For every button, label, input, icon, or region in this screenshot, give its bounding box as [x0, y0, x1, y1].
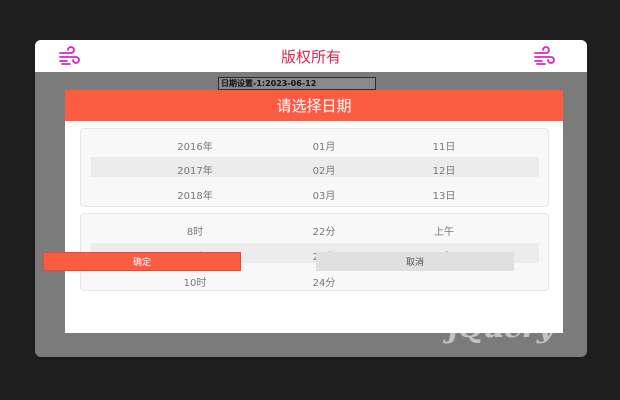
wind-icon	[534, 46, 555, 65]
minute-option[interactable]: 24分	[313, 274, 336, 289]
date-picker-dialog: 请选择日期 2016年 01月 11日 2017年 02月 12日 2018年 …	[65, 90, 563, 333]
hour-option[interactable]: 10时	[184, 274, 207, 289]
page-title: 版权所有	[280, 47, 341, 66]
date-input[interactable]: 日期设置-1:2023-06-12	[218, 77, 376, 90]
date-row-selected[interactable]: 2017年 02月 12日	[91, 157, 539, 177]
time-row[interactable]: 10时 24分	[91, 269, 539, 289]
top-bar: 版权所有	[35, 40, 587, 72]
watermark-tag: 插件库	[503, 309, 531, 319]
jquery-watermark: jQuery 插件库	[448, 304, 578, 348]
date-scroller[interactable]: 2016年 01月 11日 2017年 02月 12日 2018年 03月 13…	[80, 128, 549, 207]
watermark-logo: jQuery	[448, 310, 554, 345]
cancel-button[interactable]: 取消	[316, 252, 514, 271]
date-row[interactable]: 2018年 03月 13日	[91, 182, 539, 202]
day-option[interactable]: 12日	[433, 162, 456, 177]
month-option[interactable]: 01月	[313, 138, 336, 153]
month-option[interactable]: 03月	[313, 187, 336, 202]
year-option[interactable]: 2016年	[177, 138, 212, 153]
date-input-label: 日期设置-1:	[221, 79, 266, 88]
date-input-value: 2023-06-12	[265, 79, 317, 88]
time-row[interactable]: 8时 22分 上午	[91, 218, 539, 238]
year-option[interactable]: 2018年	[177, 187, 212, 202]
day-option[interactable]: 11日	[433, 138, 456, 153]
wind-icon	[59, 46, 80, 65]
confirm-button[interactable]: 确定	[43, 252, 241, 271]
date-row[interactable]: 2016年 01月 11日	[91, 133, 539, 153]
ampm-option[interactable]: 上午	[434, 223, 454, 238]
day-option[interactable]: 13日	[433, 187, 456, 202]
year-option[interactable]: 2017年	[177, 162, 212, 177]
minute-option[interactable]: 22分	[313, 223, 336, 238]
month-option[interactable]: 02月	[313, 162, 336, 177]
hour-option[interactable]: 8时	[187, 223, 203, 238]
dialog-title: 请选择日期	[65, 90, 563, 121]
